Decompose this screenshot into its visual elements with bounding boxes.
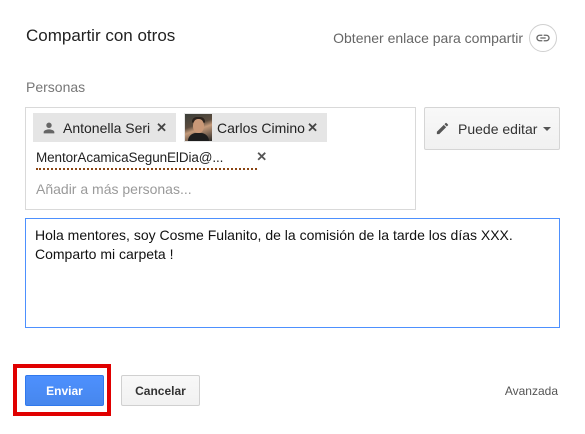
person-chip: Carlos Cimino ✕ xyxy=(184,113,327,142)
get-share-link-label: Obtener enlace para compartir xyxy=(333,30,523,46)
permission-label: Puede editar xyxy=(458,120,538,137)
link-icon[interactable] xyxy=(529,24,557,52)
person-chip-name: Carlos Cimino xyxy=(217,119,305,136)
remove-person-icon[interactable]: ✕ xyxy=(307,120,318,136)
share-dialog: Compartir con otros Obtener enlace para … xyxy=(0,0,585,434)
pending-email-entry: MentorAcamicaSegunElDia@... ✕ xyxy=(36,149,267,170)
send-button[interactable]: Enviar xyxy=(25,375,104,406)
chevron-down-icon xyxy=(543,126,552,131)
add-people-input[interactable] xyxy=(36,181,396,197)
advanced-link[interactable]: Avanzada xyxy=(505,384,558,398)
permission-dropdown[interactable]: Puede editar xyxy=(424,107,560,150)
avatar xyxy=(185,114,212,141)
pending-email-text: MentorAcamicaSegunElDia@... xyxy=(36,149,224,165)
remove-email-icon[interactable]: ✕ xyxy=(256,149,267,165)
person-chip: Antonella Seri ✕ xyxy=(33,113,176,142)
person-icon xyxy=(43,122,55,133)
dialog-title: Compartir con otros xyxy=(26,26,176,45)
get-share-link[interactable]: Obtener enlace para compartir xyxy=(333,24,557,52)
people-section-label: Personas xyxy=(26,79,86,95)
message-textarea[interactable]: Hola mentores, soy Cosme Fulanito, de la… xyxy=(25,218,560,328)
pencil-icon xyxy=(436,122,449,135)
remove-person-icon[interactable]: ✕ xyxy=(156,120,167,136)
cancel-button[interactable]: Cancelar xyxy=(121,375,200,406)
people-input-box[interactable]: Antonella Seri ✕ Carlos Cimino ✕ MentorA… xyxy=(25,107,416,210)
person-chip-name: Antonella Seri xyxy=(63,119,151,136)
